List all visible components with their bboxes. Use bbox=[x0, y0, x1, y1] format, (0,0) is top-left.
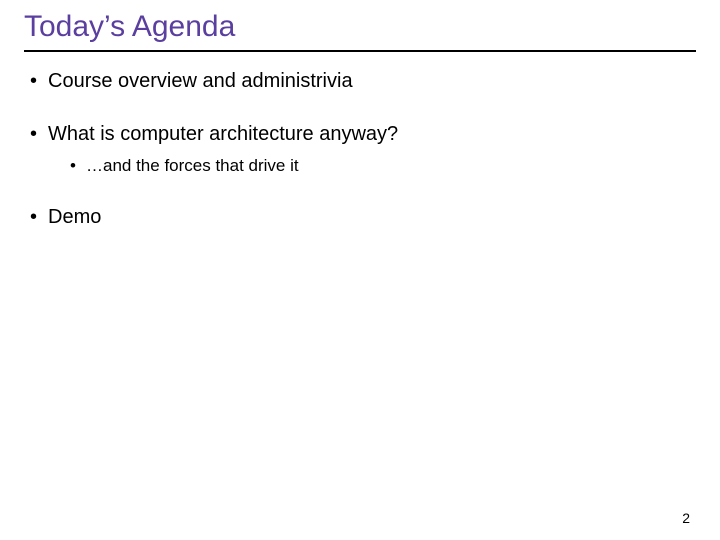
bullet-text: Course overview and administrivia bbox=[48, 70, 353, 92]
list-item: What is computer architecture anyway? …a… bbox=[30, 123, 696, 176]
bullet-text: What is computer architecture anyway? bbox=[48, 123, 398, 145]
list-item: …and the forces that drive it bbox=[70, 156, 696, 176]
list-item: Demo bbox=[30, 206, 696, 229]
bullet-text: Demo bbox=[48, 206, 101, 228]
list-item: Course overview and administrivia bbox=[30, 70, 696, 93]
title-underline bbox=[24, 50, 696, 52]
bullet-list: Course overview and administrivia What i… bbox=[24, 70, 696, 229]
slide: Today’s Agenda Course overview and admin… bbox=[0, 0, 720, 540]
page-number: 2 bbox=[682, 510, 690, 526]
sub-bullet-list: …and the forces that drive it bbox=[48, 156, 696, 176]
slide-title: Today’s Agenda bbox=[24, 10, 696, 50]
bullet-text: …and the forces that drive it bbox=[86, 156, 299, 175]
